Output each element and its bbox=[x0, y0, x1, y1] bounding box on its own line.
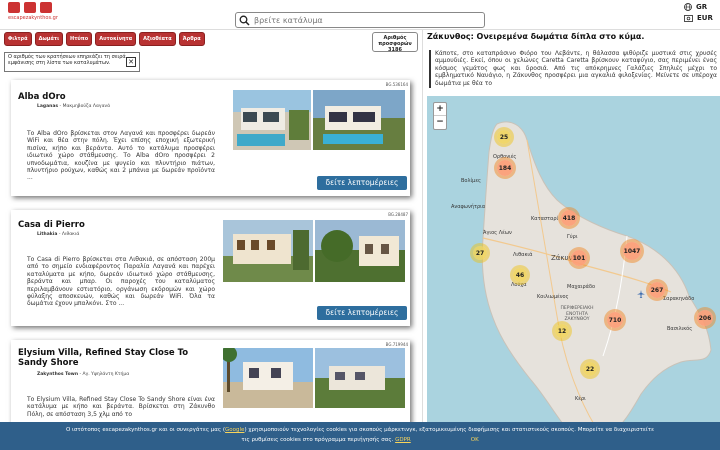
listing-id: BG.28487 bbox=[388, 212, 408, 217]
listing-id: BG.719944 bbox=[385, 342, 408, 347]
map-place-label: Κέρι bbox=[575, 396, 586, 402]
close-icon[interactable]: ✕ bbox=[126, 57, 136, 67]
logo-text: escapezakynthos.gr bbox=[8, 15, 58, 21]
filter-button-sights[interactable]: Αξιοθέατα bbox=[139, 32, 176, 46]
map-cluster-marker[interactable]: 27 bbox=[473, 246, 487, 260]
currency-selector[interactable]: EUR bbox=[684, 13, 713, 23]
details-button[interactable]: δείτε λεπτομέρειες bbox=[317, 176, 407, 190]
offers-count: 3186 bbox=[388, 47, 402, 53]
listing-photo[interactable] bbox=[223, 348, 313, 408]
google-link[interactable]: Google bbox=[225, 427, 244, 433]
locale-switcher[interactable]: GR EUR bbox=[684, 2, 713, 24]
listing-title[interactable]: Alba dOro bbox=[18, 92, 66, 102]
map[interactable]: + − Βολίμες Αναφωνήτρια Κατασταρί Άγιος … bbox=[427, 96, 720, 450]
listing-location: Lithakia - Λιθακιά bbox=[37, 232, 79, 237]
filter-button-rooms[interactable]: Δωμάτι bbox=[34, 32, 64, 46]
location-area: - Αγ. Υψηλάντη Κτήμα bbox=[79, 372, 130, 377]
location-town: Lithakia bbox=[37, 232, 58, 237]
map-place-label: Μαχαιράδο bbox=[567, 284, 596, 290]
listing-photo[interactable] bbox=[313, 90, 405, 150]
map-panel: Ζάκυνθος: Ονειρεμένα δωμάτια δίπλα στο κ… bbox=[422, 30, 720, 450]
cookie-text: ) χρησιμοποιούν τεχνολογίες cookies για … bbox=[244, 427, 655, 433]
map-intro-text: Κάποτε, στο καταπράσινο Φιόρο του Λεβάντ… bbox=[429, 50, 717, 88]
ranking-notice: Ο αριθμός των κρατήσεων επηρεάζει τη σει… bbox=[4, 52, 140, 72]
site-logo[interactable]: escapezakynthos.gr bbox=[8, 2, 64, 26]
listing-card[interactable]: BG.28487 Casa di Pierro Lithakia - Λιθακ… bbox=[11, 210, 410, 326]
listing-title[interactable]: Elysium Villa, Refined Stay Close To San… bbox=[18, 348, 218, 368]
listing-photo[interactable] bbox=[233, 90, 311, 150]
map-cluster-marker[interactable]: 184 bbox=[497, 160, 513, 176]
listing-description: Το Casa di Pierro βρίσκεται στα Λιθακιά,… bbox=[27, 256, 215, 308]
listing-title[interactable]: Casa di Pierro bbox=[18, 220, 85, 230]
cookie-line-1: Ο ιστότοπος escapezakynthos.gr και οι συ… bbox=[0, 425, 720, 435]
map-cluster-marker[interactable]: 46 bbox=[513, 268, 527, 282]
header: escapezakynthos.gr GR EUR bbox=[0, 0, 720, 30]
cookie-text: Ο ιστότοπος escapezakynthos.gr και οι συ… bbox=[65, 427, 226, 433]
filter-button-articles[interactable]: Άρθρα bbox=[178, 32, 205, 46]
offers-label: Αριθμός προσφορών bbox=[378, 35, 412, 47]
map-cluster-marker[interactable]: 12 bbox=[555, 324, 569, 338]
location-area: - Λιθακιά bbox=[58, 232, 80, 237]
notice-text: Ο αριθμός των κρατήσεων επηρεάζει τη σει… bbox=[8, 54, 126, 66]
location-town: Zakynthos Town bbox=[37, 372, 79, 377]
listing-id: BG.536164 bbox=[385, 82, 408, 87]
airport-icon bbox=[637, 290, 645, 298]
map-place-label: Λούχα bbox=[511, 282, 527, 288]
listing-description: Το Elysium Villa, Refined Stay Close To … bbox=[27, 396, 215, 418]
map-place-label: ΠΕΡΙΦΕΡΕΙΑΚΗ ΕΝΟΤΗΤΑ ΖΑΚΥΝΘΟΥ bbox=[560, 306, 594, 322]
zoom-in-button[interactable]: + bbox=[434, 103, 446, 116]
map-cluster-marker[interactable]: 101 bbox=[571, 250, 587, 266]
map-place-label: Σαρακηνάδο bbox=[663, 296, 695, 302]
listing-photo[interactable] bbox=[223, 220, 313, 282]
listing-location: Zakynthos Town - Αγ. Υψηλάντη Κτήμα bbox=[37, 372, 129, 377]
map-place-label: Βολίμες bbox=[461, 178, 481, 184]
map-cluster-marker[interactable]: 22 bbox=[583, 362, 597, 376]
map-heading: Ζάκυνθος: Ονειρεμένα δωμάτια δίπλα στο κ… bbox=[427, 32, 645, 41]
map-place-label: Κατασταρί bbox=[531, 216, 559, 222]
listing-photo[interactable] bbox=[315, 348, 405, 408]
zoom-out-button[interactable]: − bbox=[434, 116, 446, 129]
filter-button-type[interactable]: Ητύπο bbox=[66, 32, 93, 46]
filter-button-cars[interactable]: Αυτοκίνητα bbox=[95, 32, 137, 46]
gdpr-link[interactable]: GDPR bbox=[395, 437, 411, 443]
offers-count-box: Αριθμός προσφορών 3186 bbox=[372, 32, 418, 53]
map-place-label: Κοιλιωμένος bbox=[537, 294, 569, 300]
island-shape bbox=[481, 121, 712, 445]
listing-card[interactable]: BG.536164 Alba dOro Laganas - Μακμηβούζα… bbox=[11, 80, 410, 196]
language-selector[interactable]: GR bbox=[684, 2, 713, 12]
map-cluster-marker[interactable]: 710 bbox=[607, 312, 623, 328]
cookie-line-2: τις ρυθμίσεις cookies στο πρόγραμμα περι… bbox=[0, 435, 720, 445]
search-input[interactable] bbox=[254, 14, 479, 26]
listing-description: Το Alba dOro βρίσκεται στον Λαγανά και π… bbox=[27, 130, 215, 182]
cookie-banner: Ο ιστότοπος escapezakynthos.gr και οι συ… bbox=[0, 422, 720, 450]
map-place-label: Αναφωνήτρια bbox=[451, 204, 486, 210]
cookie-text: τις ρυθμίσεις cookies στο πρόγραμμα περι… bbox=[241, 437, 394, 443]
globe-icon bbox=[684, 3, 692, 11]
cookie-ok-button[interactable]: OK bbox=[471, 437, 479, 443]
map-place-label: Λιθακιά bbox=[513, 252, 533, 258]
listing-photo[interactable] bbox=[315, 220, 405, 282]
location-area: - Μακμηβούζα Λαγανά bbox=[59, 104, 111, 109]
map-cluster-marker[interactable]: 25 bbox=[497, 130, 511, 144]
filter-bar: Φιλτρά Δωμάτι Ητύπο Αυτοκίνητα Αξιοθέατα… bbox=[4, 32, 205, 46]
search-box[interactable] bbox=[235, 12, 485, 28]
logo-icons bbox=[8, 2, 64, 14]
map-cluster-marker[interactable]: 206 bbox=[697, 310, 713, 326]
language-label: GR bbox=[696, 3, 708, 11]
zoom-control[interactable]: + − bbox=[433, 102, 447, 130]
filter-button-filters[interactable]: Φιλτρά bbox=[4, 32, 32, 46]
currency-label: EUR bbox=[697, 14, 713, 22]
details-button[interactable]: δείτε λεπτομέρειες bbox=[317, 306, 407, 320]
map-cluster-marker[interactable]: 1047 bbox=[623, 242, 641, 260]
currency-icon bbox=[684, 14, 693, 22]
map-place-label: Γύρι bbox=[567, 234, 578, 240]
listing-list: BG.536164 Alba dOro Laganas - Μακμηβούζα… bbox=[0, 76, 420, 450]
map-place-label: Άγιος Λέων bbox=[483, 230, 512, 236]
map-cluster-marker[interactable]: 418 bbox=[561, 210, 577, 226]
location-town: Laganas bbox=[37, 104, 59, 109]
search-icon bbox=[239, 15, 250, 26]
listing-location: Laganas - Μακμηβούζα Λαγανά bbox=[37, 104, 110, 109]
map-place-label: Βασιλικός bbox=[667, 326, 693, 332]
map-cluster-marker[interactable]: 267 bbox=[649, 282, 665, 298]
